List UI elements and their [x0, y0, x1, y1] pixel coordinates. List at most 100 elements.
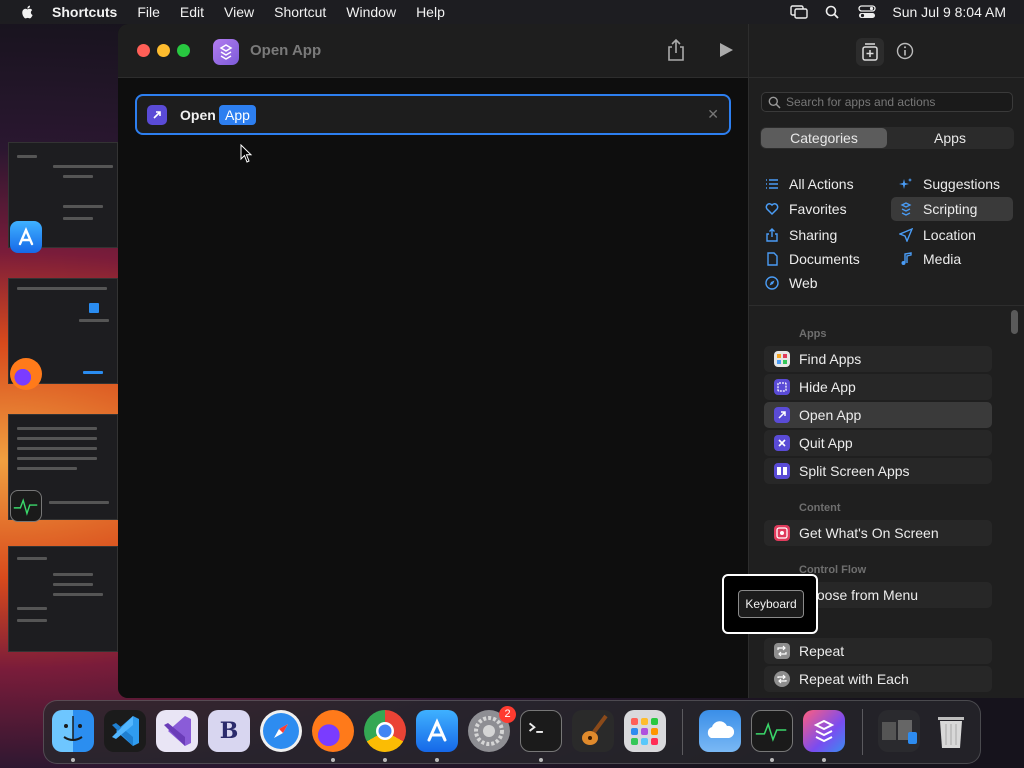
control-center-icon[interactable] — [858, 5, 877, 19]
menu-edit[interactable]: Edit — [180, 4, 204, 20]
garageband-icon[interactable] — [572, 710, 614, 752]
settings-notification-badge: 2 — [499, 706, 516, 723]
category-location[interactable]: Location — [891, 223, 1013, 247]
screen-mirroring-icon[interactable] — [790, 5, 809, 19]
chrome-icon[interactable] — [364, 710, 406, 752]
action-label: Repeat — [799, 643, 845, 659]
action-repeat-with-each[interactable]: Repeat with Each — [764, 666, 992, 692]
run-icon[interactable] — [718, 42, 734, 58]
categories-apps-toggle: Categories Apps — [760, 127, 1014, 149]
scripting-icon — [900, 202, 912, 216]
open-app-action-icon — [147, 105, 167, 125]
zoom-window-button[interactable] — [177, 44, 190, 57]
firefox-running-indicator — [331, 758, 335, 762]
category-suggestions[interactable]: Suggestions — [891, 172, 1013, 196]
vscode-icon[interactable] — [104, 710, 146, 752]
category-label: Scripting — [923, 201, 978, 217]
compass-icon — [765, 276, 779, 290]
firefox-icon[interactable] — [312, 710, 354, 752]
spotlight-search-icon[interactable] — [824, 5, 842, 19]
category-label: Sharing — [789, 227, 838, 243]
shortcut-title[interactable]: Open App — [250, 42, 321, 59]
search-field[interactable] — [761, 92, 1013, 112]
shortcut-icon[interactable] — [213, 39, 239, 65]
category-media[interactable]: Media — [891, 247, 1013, 271]
visual-studio-icon[interactable] — [156, 710, 198, 752]
app-parameter-token[interactable]: App — [219, 105, 256, 125]
repeat-each-icon — [774, 671, 790, 687]
action-label: Find Apps — [799, 351, 862, 367]
close-window-button[interactable] — [137, 44, 150, 57]
system-settings-icon[interactable]: 2 — [468, 706, 516, 752]
terminal-running-indicator — [539, 758, 543, 762]
sidebar-scrollbar-thumb[interactable] — [1011, 310, 1018, 334]
keyboard-overlay: Keyboard — [722, 574, 818, 634]
launchpad-icon[interactable] — [624, 710, 666, 752]
search-input[interactable] — [786, 93, 1008, 111]
open-app-icon — [774, 407, 790, 423]
action-label: Get What's On Screen — [799, 525, 939, 541]
trash-icon[interactable] — [930, 710, 972, 752]
terminal-icon[interactable] — [520, 710, 562, 752]
category-label: Suggestions — [923, 176, 1001, 192]
action-split-screen-apps[interactable]: Split Screen Apps — [764, 458, 992, 484]
mouse-pointer-icon — [240, 144, 253, 163]
shortcut-editor: Open App Open App ✕ — [118, 24, 748, 698]
menu-file[interactable]: File — [137, 4, 160, 20]
action-open-app[interactable]: Open App — [764, 402, 992, 428]
menu-shortcut[interactable]: Shortcut — [274, 4, 326, 20]
bbedit-icon[interactable]: B — [208, 710, 250, 752]
category-label: All Actions — [789, 176, 854, 192]
keyboard-chip: Keyboard — [738, 590, 804, 618]
open-app-action-card[interactable]: Open App ✕ — [135, 94, 731, 135]
minimize-window-button[interactable] — [157, 44, 170, 57]
dock: B 2 — [43, 700, 981, 764]
activity-monitor-icon[interactable] — [751, 710, 793, 752]
find-apps-icon — [774, 351, 790, 367]
location-arrow-icon — [899, 228, 913, 242]
action-hide-app[interactable]: Hide App — [764, 374, 992, 400]
finder-stack-icon[interactable] — [878, 710, 920, 752]
share-icon[interactable] — [666, 38, 686, 62]
menu-help[interactable]: Help — [416, 4, 445, 20]
stage-thumbnail-finder[interactable] — [8, 546, 118, 652]
category-scripting[interactable]: Scripting — [891, 197, 1013, 221]
quit-app-icon — [774, 435, 790, 451]
section-header-content: Content — [799, 502, 841, 514]
action-get-whats-on-screen[interactable]: Get What's On Screen — [764, 520, 992, 546]
remove-action-icon[interactable]: ✕ — [707, 106, 719, 123]
category-sharing[interactable]: Sharing — [757, 223, 881, 247]
action-quit-app[interactable]: Quit App — [764, 430, 992, 456]
finder-icon[interactable] — [52, 710, 94, 752]
sidebar-toolbar — [749, 24, 1024, 78]
menu-window[interactable]: Window — [346, 4, 396, 20]
action-repeat[interactable]: Repeat — [764, 638, 992, 664]
list-icon — [766, 179, 778, 189]
info-icon[interactable] — [896, 42, 914, 60]
shortcuts-icon[interactable] — [803, 710, 845, 752]
menu-clock[interactable]: Sun Jul 9 8:04 AM — [892, 4, 1006, 20]
category-all-actions[interactable]: All Actions — [757, 172, 881, 196]
weather-icon[interactable] — [699, 710, 741, 752]
app-store-icon[interactable] — [416, 710, 458, 752]
action-label: Split Screen Apps — [799, 463, 910, 479]
action-library-button[interactable] — [856, 38, 884, 66]
category-favorites[interactable]: Favorites — [757, 197, 881, 221]
menu-view[interactable]: View — [224, 4, 254, 20]
segment-apps[interactable]: Apps — [887, 128, 1013, 148]
action-label: Repeat with Each — [799, 671, 909, 687]
menu-app-name[interactable]: Shortcuts — [52, 4, 117, 20]
category-web[interactable]: Web — [757, 271, 881, 295]
category-label: Media — [923, 251, 962, 267]
category-documents[interactable]: Documents — [757, 247, 881, 271]
title-bar: Open App — [118, 24, 748, 78]
action-find-apps[interactable]: Find Apps — [764, 346, 992, 372]
dock-separator-2 — [862, 709, 863, 755]
screen-content-icon — [774, 525, 790, 541]
safari-icon[interactable] — [260, 710, 302, 752]
apple-menu-icon[interactable] — [18, 4, 38, 20]
sparkle-icon — [899, 178, 912, 189]
heart-icon — [765, 203, 779, 216]
segment-categories[interactable]: Categories — [761, 128, 887, 148]
category-label: Location — [923, 227, 976, 243]
